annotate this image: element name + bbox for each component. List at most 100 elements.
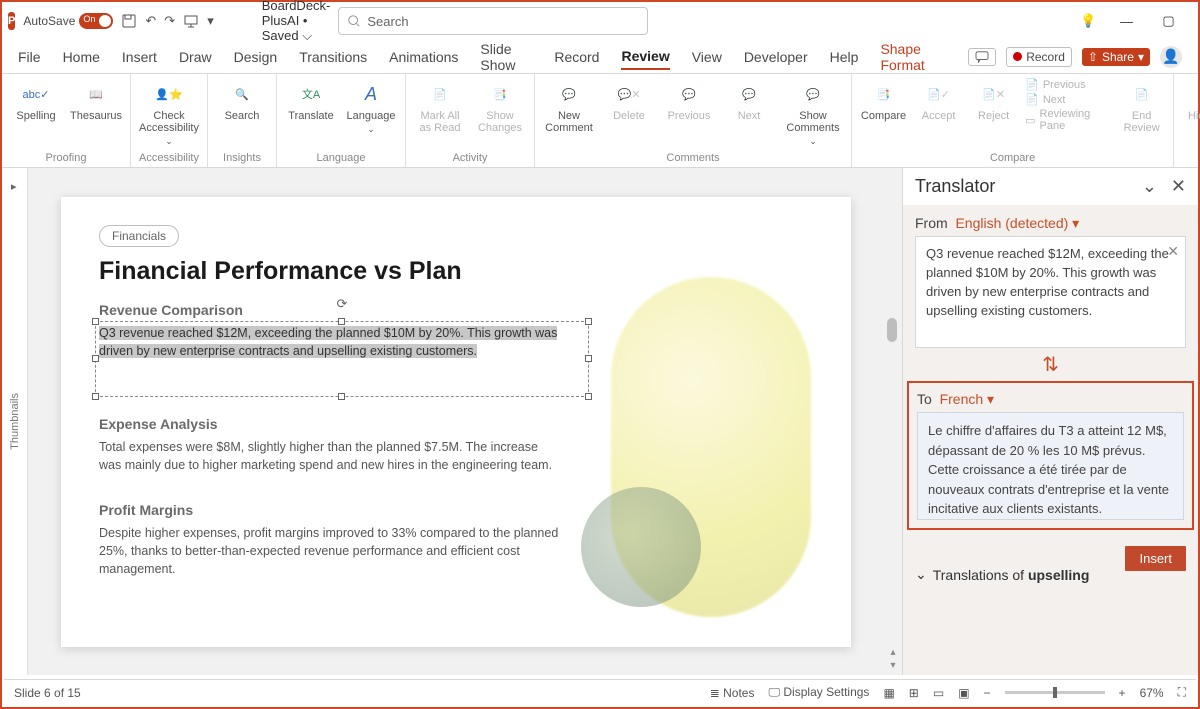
redo-icon[interactable]: ↷ xyxy=(164,12,175,30)
tab-shape-format[interactable]: Shape Format xyxy=(880,37,946,77)
tab-slideshow[interactable]: Slide Show xyxy=(480,37,532,77)
accessibility-icon: 👤⭐ xyxy=(155,80,183,108)
zoom-in-button[interactable]: + xyxy=(1119,686,1126,700)
spelling-button[interactable]: abc✓Spelling xyxy=(10,78,62,122)
translations-expander[interactable]: ⌄ Translations of upselling xyxy=(915,566,1125,583)
thesaurus-button[interactable]: 📖Thesaurus xyxy=(70,78,122,122)
reviewing-pane: ▭ Reviewing Pane xyxy=(1025,108,1110,132)
swap-langs-icon[interactable]: ⇅ xyxy=(915,348,1186,381)
next-slide-icon[interactable]: ▾ xyxy=(890,660,895,671)
insert-button[interactable]: Insert xyxy=(1125,546,1186,571)
thumbnails-rail[interactable]: Thumbnails xyxy=(2,168,28,675)
decorative-circle xyxy=(581,487,701,607)
minimize-button[interactable]: — xyxy=(1115,14,1139,29)
tab-insert[interactable]: Insert xyxy=(122,45,157,69)
autosave-state: On xyxy=(83,14,95,24)
save-icon[interactable] xyxy=(121,12,137,30)
compare-button[interactable]: 📑Compare xyxy=(860,78,907,122)
search-icon xyxy=(347,14,361,28)
qat-more-icon[interactable]: ▾ xyxy=(207,12,214,30)
tab-review[interactable]: Review xyxy=(621,44,669,70)
slide[interactable]: Financials Financial Performance vs Plan… xyxy=(61,197,851,647)
from-label: From xyxy=(915,215,948,231)
tab-record[interactable]: Record xyxy=(554,45,599,69)
from-lang-row[interactable]: From English (detected) ▾ xyxy=(915,215,1186,232)
group-accessibility: Accessibility xyxy=(139,150,199,167)
user-avatar-icon[interactable]: 👤 xyxy=(1160,46,1182,68)
compare-next: 📄 Next xyxy=(1025,93,1110,106)
tab-help[interactable]: Help xyxy=(830,45,859,69)
language-button[interactable]: ALanguage⌄ xyxy=(345,78,397,135)
previous-icon: 💬 xyxy=(675,80,703,108)
selection-handle[interactable] xyxy=(92,318,99,325)
vertical-scrollbar[interactable]: ▴▾ xyxy=(884,168,902,675)
slide-counter[interactable]: Slide 6 of 15 xyxy=(14,686,81,700)
tab-home[interactable]: Home xyxy=(63,45,100,69)
maximize-button[interactable]: ▢ xyxy=(1157,13,1181,29)
comments-mode-button[interactable] xyxy=(968,48,996,66)
display-settings-button[interactable]: 🖵 Display Settings xyxy=(768,685,869,700)
autosave-toggle[interactable]: On xyxy=(79,13,113,29)
pane-close-icon[interactable]: ✕ xyxy=(1171,176,1186,197)
selection-handle[interactable] xyxy=(585,393,592,400)
slide-canvas[interactable]: Financials Financial Performance vs Plan… xyxy=(28,168,884,675)
doc-title[interactable]: BoardDeck-PlusAI • Saved ⌵ xyxy=(262,0,331,44)
tab-animations[interactable]: Animations xyxy=(389,45,458,69)
translate-button[interactable]: 文ATranslate xyxy=(285,78,337,122)
selection-handle[interactable] xyxy=(92,355,99,362)
translator-title: Translator xyxy=(915,176,995,197)
show-comments-button[interactable]: 💬Show Comments⌄ xyxy=(783,78,843,147)
ribbon: abc✓Spelling 📖Thesaurus Proofing 👤⭐Check… xyxy=(2,74,1198,168)
selection-handle[interactable] xyxy=(338,393,345,400)
pane-options-icon[interactable]: ⌄ xyxy=(1142,176,1157,197)
undo-icon[interactable]: ↶ xyxy=(145,12,156,30)
search-ribbon-icon: 🔍 xyxy=(228,80,256,108)
present-icon[interactable] xyxy=(183,12,199,30)
rotate-handle-icon[interactable]: ⟳ xyxy=(337,296,348,312)
record-button[interactable]: Record xyxy=(1006,47,1072,67)
view-slideshow-icon[interactable]: ▣ xyxy=(958,686,969,700)
paragraph-profit[interactable]: Despite higher expenses, profit margins … xyxy=(99,524,559,578)
prev-slide-icon[interactable]: ▴ xyxy=(890,647,895,658)
hide-ink-button: ✎Hide Ink xyxy=(1182,78,1200,122)
view-reading-icon[interactable]: ▭ xyxy=(933,686,944,700)
notes-button[interactable]: ≣ Notes xyxy=(710,686,755,700)
tab-design[interactable]: Design xyxy=(234,45,278,69)
delete-icon: 💬✕ xyxy=(615,80,643,108)
clear-source-icon[interactable]: ✕ xyxy=(1167,241,1179,261)
tab-developer[interactable]: Developer xyxy=(744,45,808,69)
reject-icon: 📄✕ xyxy=(980,80,1008,108)
zoom-thumb[interactable] xyxy=(1053,687,1057,698)
zoom-out-button[interactable]: − xyxy=(984,686,991,700)
check-accessibility-button[interactable]: 👤⭐Check Accessibility⌄ xyxy=(139,78,199,147)
selection-handle[interactable] xyxy=(92,393,99,400)
source-text-box[interactable]: Q3 revenue reached $12M, exceeding the p… xyxy=(915,236,1186,348)
to-lang-row[interactable]: To French ▾ xyxy=(917,391,1184,408)
show-comments-icon: 💬 xyxy=(799,80,827,108)
zoom-percent[interactable]: 67% xyxy=(1140,686,1164,700)
search-input[interactable]: Search xyxy=(338,7,648,35)
scroll-thumb[interactable] xyxy=(887,318,897,342)
previous-comment-button: 💬Previous xyxy=(663,78,715,122)
selection-handle[interactable] xyxy=(585,355,592,362)
new-comment-button[interactable]: 💬New Comment xyxy=(543,78,595,134)
lightbulb-icon[interactable]: 💡 xyxy=(1080,13,1096,29)
view-normal-icon[interactable]: ▦ xyxy=(883,686,894,700)
fit-to-window-icon[interactable]: ⛶ xyxy=(1178,685,1186,700)
search-button[interactable]: 🔍Search xyxy=(216,78,268,122)
tab-draw[interactable]: Draw xyxy=(179,45,212,69)
to-lang: French xyxy=(940,391,984,407)
tab-view[interactable]: View xyxy=(692,45,722,69)
app-icon xyxy=(8,12,15,30)
selection-handle[interactable] xyxy=(585,318,592,325)
thumbnails-expand[interactable]: ▸ xyxy=(11,180,17,193)
view-sorter-icon[interactable]: ⊞ xyxy=(909,686,919,700)
mark-all-read-button: 📄Mark All as Read xyxy=(414,78,466,134)
tab-transitions[interactable]: Transitions xyxy=(299,45,367,69)
selected-text[interactable]: Q3 revenue reached $12M, exceeding the p… xyxy=(99,326,557,358)
share-button[interactable]: ⇧ Share ▾ xyxy=(1082,48,1150,66)
tab-file[interactable]: File xyxy=(18,45,41,69)
zoom-slider[interactable] xyxy=(1005,691,1105,694)
end-review-icon: 📄 xyxy=(1128,80,1156,108)
paragraph-expense[interactable]: Total expenses were $8M, slightly higher… xyxy=(99,438,559,474)
